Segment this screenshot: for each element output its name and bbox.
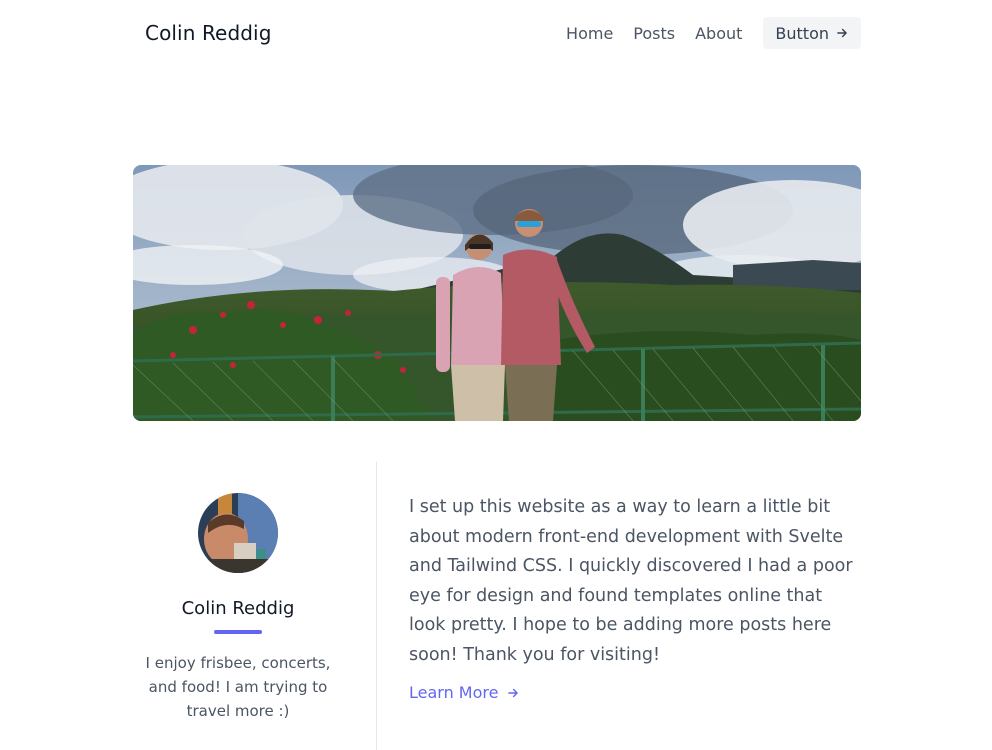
arrow-right-icon (837, 28, 847, 38)
intro-text: I set up this website as a way to learn … (409, 497, 853, 665)
header-button-label: Button (775, 23, 829, 43)
profile-bio: I enjoy frisbee, concerts, and food! I a… (145, 654, 331, 720)
profile-card: Colin Reddig I enjoy frisbee, concerts, … (133, 462, 377, 750)
profile-accent-divider (214, 630, 262, 634)
nav-posts[interactable]: Posts (633, 24, 675, 43)
main-nav: Home Posts About Button (566, 17, 861, 49)
site-brand[interactable]: Colin Reddig (145, 21, 272, 45)
column-divider (376, 462, 377, 750)
avatar (198, 493, 278, 573)
profile-name: Colin Reddig (181, 598, 295, 619)
hero-image (133, 165, 861, 421)
learn-more-link[interactable]: Learn More (409, 683, 520, 702)
nav-home[interactable]: Home (566, 24, 613, 43)
nav-about[interactable]: About (695, 24, 742, 43)
arrow-right-icon (508, 688, 519, 697)
intro-section: I set up this website as a way to learn … (409, 493, 861, 702)
learn-more-label: Learn More (409, 683, 499, 702)
header-button[interactable]: Button (763, 17, 861, 49)
site-header: Colin Reddig Home Posts About Button (133, 0, 861, 66)
